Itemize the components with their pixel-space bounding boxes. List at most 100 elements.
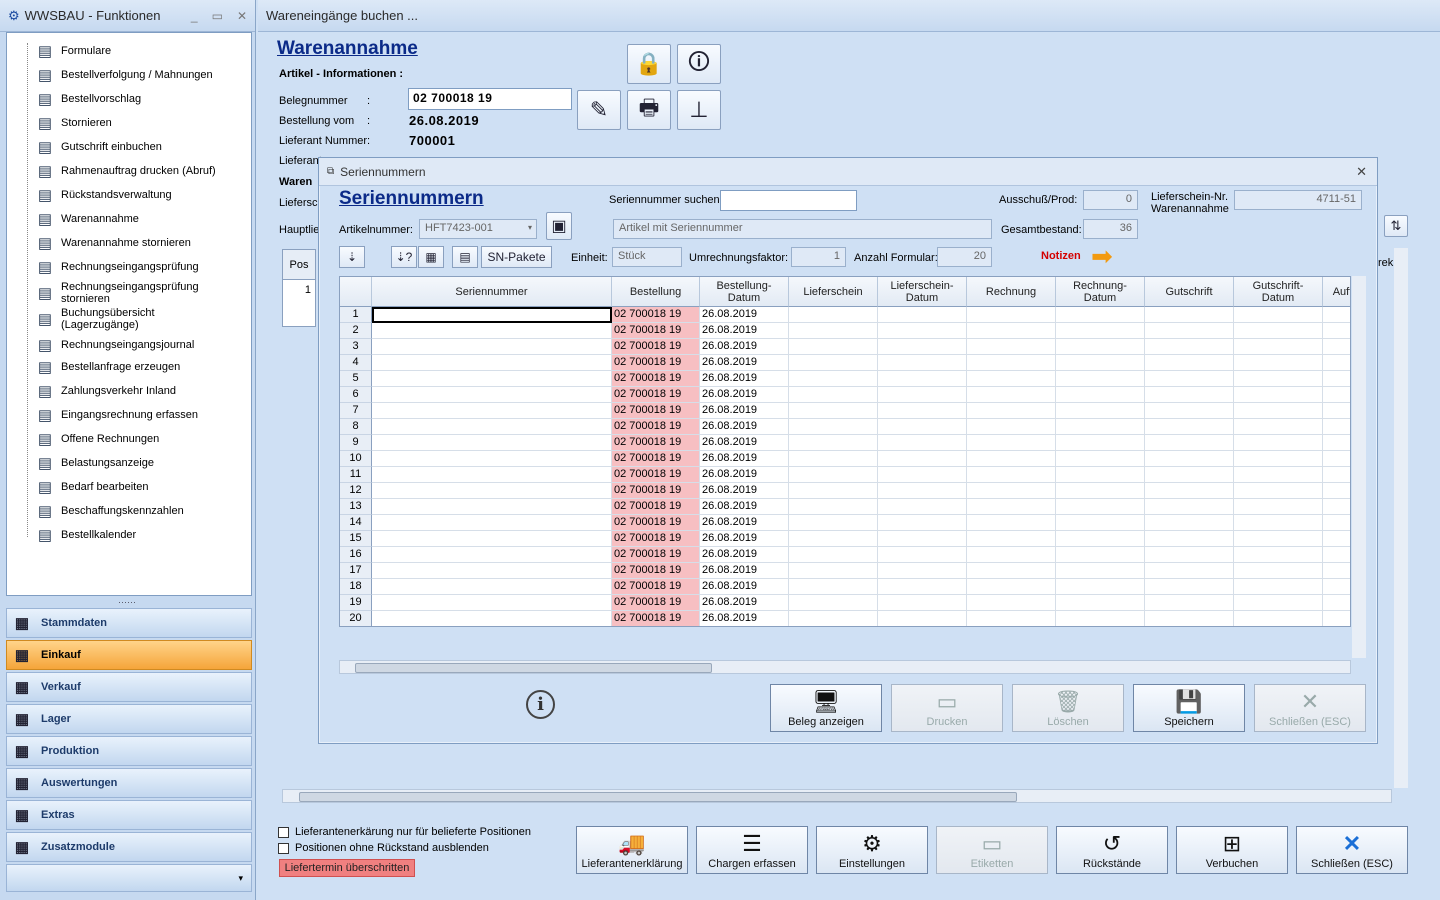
column-header[interactable]: Rechnung [967,277,1056,307]
grid-cell[interactable]: 26.08.2019 [700,547,789,563]
grid-cell[interactable] [878,419,967,435]
row-number[interactable]: 16 [340,547,372,563]
grid-cell[interactable] [1145,483,1234,499]
grid-cell[interactable] [1323,483,1350,499]
grid-cell[interactable] [789,339,878,355]
grid-cell[interactable] [1234,579,1323,595]
grid-cell[interactable]: 26.08.2019 [700,323,789,339]
etiketten-button[interactable]: ▭ Etiketten [936,826,1048,874]
grid-cell[interactable] [878,307,967,323]
grid-cell[interactable]: 02 700018 19 [612,515,700,531]
row-number[interactable]: 11 [340,467,372,483]
grid-cell[interactable]: 02 700018 19 [612,579,700,595]
print-button[interactable]: 🖶 [627,90,671,130]
grid-cell[interactable] [1323,435,1350,451]
grid-cell[interactable] [1145,355,1234,371]
grid-cell[interactable] [1323,419,1350,435]
grid-cell[interactable] [1145,419,1234,435]
grid-cell[interactable] [789,579,878,595]
row-number[interactable]: 12 [340,483,372,499]
sort-down-button[interactable]: ⇣ [339,246,365,268]
grid-cell[interactable] [789,483,878,499]
schließen-esc-button[interactable]: ✕ Schließen (ESC) [1296,826,1408,874]
nav-extras[interactable]: ▦ Extras [6,800,252,830]
grid-cell[interactable]: 02 700018 19 [612,371,700,387]
tree-item[interactable]: ▤ Formulare [35,41,111,61]
serial-cell[interactable] [372,307,612,323]
grid-cell[interactable] [1145,547,1234,563]
grid-cell[interactable] [967,435,1056,451]
tree-item[interactable]: ▤ Warenannahme [35,209,139,229]
tree-item[interactable]: ▤ Bestellanfrage erzeugen [35,357,180,377]
grid-cell[interactable] [967,339,1056,355]
grid-cell[interactable]: 02 700018 19 [612,563,700,579]
grid-cell[interactable] [789,307,878,323]
grid-cell[interactable] [878,451,967,467]
grid-cell[interactable] [1234,595,1323,611]
grid-cell[interactable] [878,579,967,595]
nav-verkauf[interactable]: ▦ Verkauf [6,672,252,702]
grid-cell[interactable] [1234,531,1323,547]
grid-cell[interactable] [1056,579,1145,595]
grid-cell[interactable] [1323,547,1350,563]
serial-cell[interactable] [372,355,612,371]
rückstände-button[interactable]: ↺ Rückstände [1056,826,1168,874]
serial-cell[interactable] [372,547,612,563]
grid-vscroll[interactable] [1352,276,1366,658]
check-positionen[interactable]: Positionen ohne Rückstand ausblenden [278,842,489,854]
grid-cell[interactable] [878,531,967,547]
splitter-grip[interactable]: ⋯⋯ [118,597,136,608]
nav-auswertungen[interactable]: ▦ Auswertungen [6,768,252,798]
hscroll-thumb[interactable] [299,792,1017,802]
grid-cell[interactable] [1145,579,1234,595]
checkbox[interactable] [278,826,289,838]
grid-cell[interactable] [1323,307,1350,323]
serial-cell[interactable] [372,403,612,419]
tree-item[interactable]: ▤ Gutschrift einbuchen [35,137,162,157]
grid-cell[interactable]: 02 700018 19 [612,467,700,483]
grid-cell[interactable] [789,355,878,371]
grid-cell[interactable]: 02 700018 19 [612,483,700,499]
grid-cell[interactable] [1056,387,1145,403]
lock-button[interactable]: 🔒 [627,44,671,84]
row-number[interactable]: 13 [340,499,372,515]
column-header[interactable]: Seriennummer [372,277,612,307]
grid-cell[interactable] [1323,611,1350,626]
grid-cell[interactable] [1234,515,1323,531]
grid-cell[interactable] [1234,451,1323,467]
map-search-button[interactable]: ▤ [452,246,478,268]
löschen-button[interactable]: 🗑 Löschen [1012,684,1124,732]
grid-cell[interactable]: 26.08.2019 [700,595,789,611]
grid-cell[interactable] [878,547,967,563]
grid-cell[interactable]: 02 700018 19 [612,403,700,419]
nav-produktion[interactable]: ▦ Produktion [6,736,252,766]
grid-cell[interactable] [1056,499,1145,515]
grid-cell[interactable] [1234,563,1323,579]
grid-cell[interactable] [878,355,967,371]
tree-item[interactable]: ▤ Warenannahme stornieren [35,233,191,253]
grid-cell[interactable] [1145,339,1234,355]
nav-stammdaten[interactable]: ▦ Stammdaten [6,608,252,638]
grid-cell[interactable] [1234,387,1323,403]
minimize-icon[interactable]: _ [191,9,198,23]
grid-cell[interactable] [1145,515,1234,531]
grid-cell[interactable] [1056,451,1145,467]
column-header[interactable]: Rechnung- Datum [1056,277,1145,307]
grid-cell[interactable]: 02 700018 19 [612,547,700,563]
nav-zusatzmodule[interactable]: ▦ Zusatzmodule [6,832,252,862]
grid-cell[interactable] [967,563,1056,579]
row-number[interactable]: 7 [340,403,372,419]
serial-cell[interactable] [372,339,612,355]
beleg-anzeigen-button[interactable]: 🖥 Beleg anzeigen [770,684,882,732]
grid-cell[interactable] [1234,403,1323,419]
column-header[interactable]: Lieferschein [789,277,878,307]
grid-cell[interactable] [967,387,1056,403]
grid-cell[interactable] [1056,611,1145,626]
grid-cell[interactable] [878,515,967,531]
tree-item[interactable]: ▤ Offene Rechnungen [35,429,159,449]
grid-cell[interactable]: 02 700018 19 [612,387,700,403]
serial-cell[interactable] [372,499,612,515]
grid-cell[interactable] [967,531,1056,547]
grid-cell[interactable] [1145,563,1234,579]
chargen-erfassen-button[interactable]: ☰ Chargen erfassen [696,826,808,874]
